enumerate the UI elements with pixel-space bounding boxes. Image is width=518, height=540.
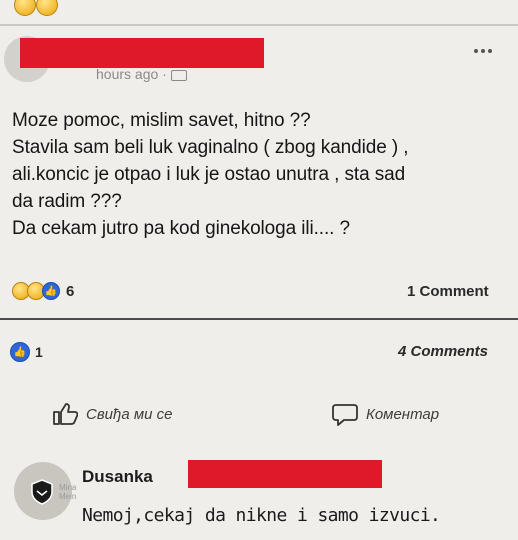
laughing-emoji-icon bbox=[14, 0, 36, 16]
like-icon: 👍 bbox=[10, 342, 30, 362]
post-meta: hours ago · bbox=[96, 66, 187, 82]
post-line: ali.koncic je otpao i luk je ostao unutr… bbox=[12, 164, 406, 185]
shield-icon bbox=[31, 479, 53, 505]
post-line: Stavila sam beli luk vaginalno ( zbog ka… bbox=[12, 137, 409, 158]
laughing-emoji-icon bbox=[36, 0, 59, 16]
post-line: Moze pomoc, mislim savet, hitno ?? bbox=[12, 110, 311, 131]
reaction-count: 6 bbox=[66, 282, 75, 300]
comment-text: Nemoj,cekaj da nikne i samo izvuci. bbox=[82, 505, 441, 526]
watermark-text: Mein bbox=[59, 492, 77, 501]
post-divider bbox=[0, 318, 518, 320]
comment-author[interactable]: Dusanka bbox=[82, 467, 153, 487]
post-line: Da cekam jutro pa kod ginekologa ili....… bbox=[12, 218, 350, 239]
like-button-label: Свиђа ми се bbox=[86, 405, 173, 423]
comment-count[interactable]: 1 Comment bbox=[407, 283, 489, 300]
like-button[interactable]: Свиђа ми се bbox=[52, 402, 173, 426]
post-reactions[interactable]: 👍 6 bbox=[12, 282, 74, 300]
post-line: da radim ??? bbox=[12, 191, 122, 212]
share-reaction-count: 1 bbox=[35, 344, 43, 360]
share-reactions[interactable]: 👍 1 bbox=[10, 342, 43, 362]
friends-icon bbox=[170, 69, 187, 81]
comment-button-label: Коментар bbox=[366, 405, 440, 423]
watermark-logo: Mina Mein bbox=[28, 478, 76, 506]
more-options-icon[interactable] bbox=[474, 40, 495, 58]
comment-button[interactable]: Коментар bbox=[332, 402, 439, 426]
share-comment-count[interactable]: 4 Comments bbox=[398, 343, 488, 360]
top-divider bbox=[0, 24, 518, 26]
post-text: Moze pomoc, mislim savet, hitno ?? Stavi… bbox=[12, 107, 512, 242]
comment-author-redaction bbox=[188, 460, 382, 488]
post-time: hours ago bbox=[96, 66, 159, 82]
watermark-text: Mina bbox=[59, 483, 77, 492]
author-name-redaction bbox=[20, 38, 264, 68]
thumbs-up-icon bbox=[53, 403, 78, 425]
speech-bubble-icon bbox=[332, 404, 358, 426]
like-icon: 👍 bbox=[42, 282, 60, 300]
top-reaction-emojis bbox=[14, 0, 59, 21]
